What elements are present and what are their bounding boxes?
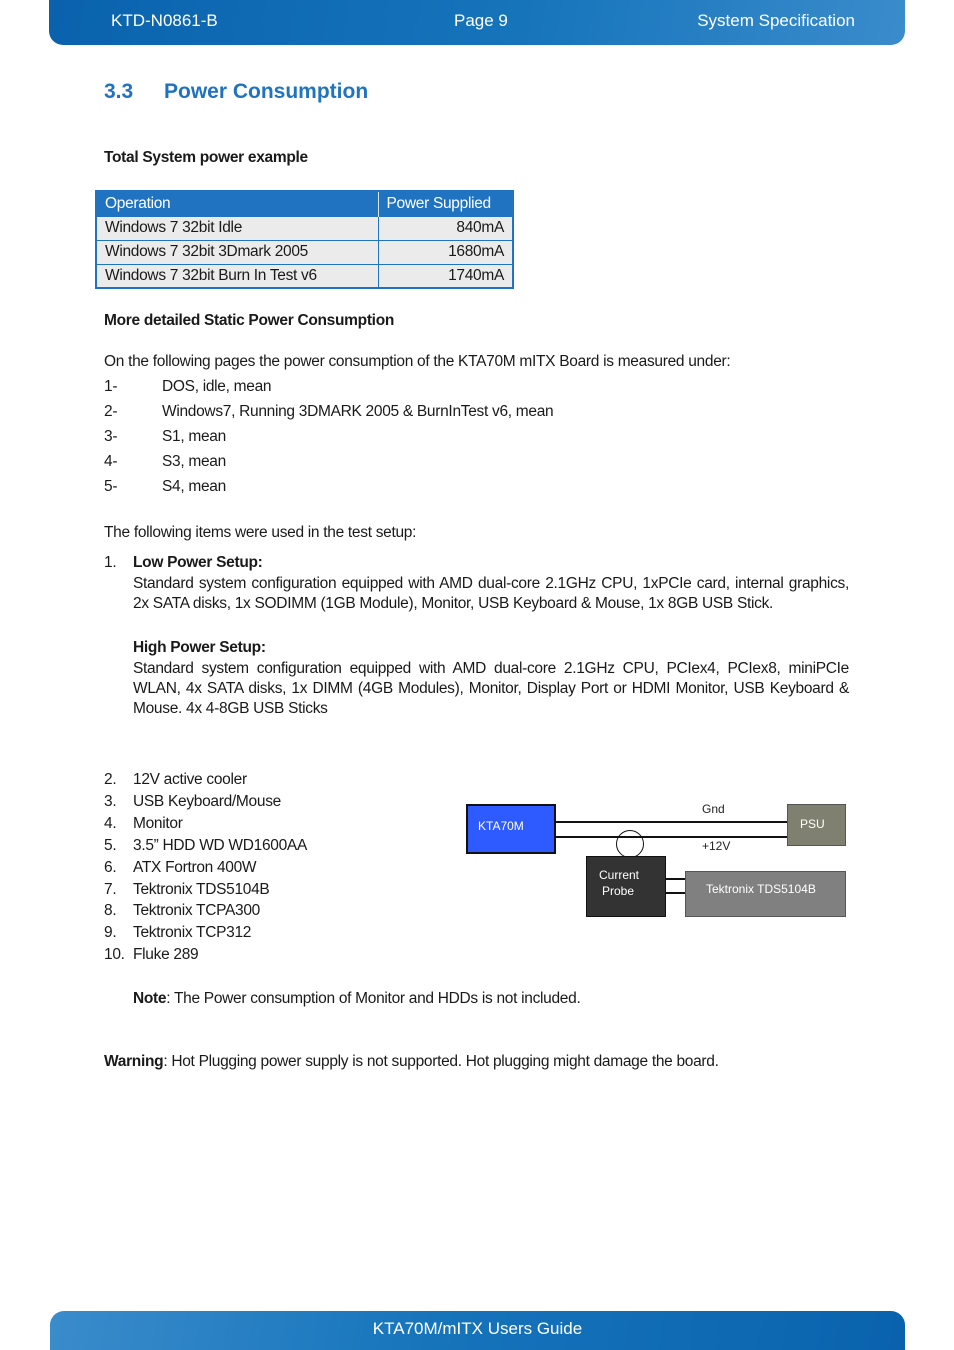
condition-item: 5- S4, mean bbox=[104, 478, 226, 495]
equipment-item: 7. Tektronix TDS5104B bbox=[104, 880, 270, 898]
setup-item-1: 1. Low Power Setup: Standard system conf… bbox=[104, 554, 849, 717]
col-power: Power Supplied bbox=[377, 191, 513, 216]
condition-item: 3- S1, mean bbox=[104, 428, 226, 445]
equipment-item: 6. ATX Fortron 400W bbox=[104, 858, 257, 876]
col-operation: Operation bbox=[96, 191, 378, 216]
condition-item: 2- Windows7, Running 3DMARK 2005 & BurnIn… bbox=[104, 403, 554, 420]
cell-power: 1680mA bbox=[377, 239, 514, 265]
setup-intro: The following items were used in the tes… bbox=[104, 524, 417, 541]
equipment-item: 5. 3.5” HDD WD WD1600AA bbox=[104, 836, 308, 854]
gnd-label: Gnd bbox=[702, 802, 725, 816]
equipment-item: 9. Tektronix TCP312 bbox=[104, 924, 252, 942]
page-footer: KTA70M/mITX Users Guide bbox=[50, 1311, 905, 1350]
psu-box: PSU bbox=[787, 804, 846, 846]
cell-power: 840mA bbox=[377, 215, 514, 241]
total-power-heading: Total System power example bbox=[104, 149, 308, 166]
section-number: 3.3 bbox=[104, 80, 134, 103]
equipment-item: 3. USB Keyboard/Mouse bbox=[104, 792, 281, 810]
table-row: Windows 7 32bit Idle 840mA bbox=[95, 215, 514, 241]
doc-id: KTD-N0861-B bbox=[111, 11, 218, 30]
static-intro: On the following pages the power consump… bbox=[104, 353, 731, 370]
table-header-row: Operation Power Supplied bbox=[96, 191, 513, 216]
table-row: Windows 7 32bit Burn In Test v6 1740mA bbox=[95, 263, 514, 289]
cell-operation: Windows 7 32bit Idle bbox=[95, 215, 379, 241]
v12-label: +12V bbox=[702, 839, 731, 853]
page-header: KTD-N0861-B Page 9 System Specification bbox=[49, 0, 905, 45]
gnd-wire bbox=[556, 821, 787, 823]
condition-item: 1- DOS, idle, mean bbox=[104, 378, 272, 395]
probe-cable bbox=[666, 878, 686, 880]
v12-wire bbox=[556, 836, 787, 838]
equipment-item: 4. Monitor bbox=[104, 814, 183, 832]
scope-box: Tektronix TDS5104B bbox=[685, 871, 846, 917]
test-setup-diagram: KTA70M PSU Gnd +12V Current Probe Tektron… bbox=[460, 795, 855, 925]
cell-operation: Windows 7 32bit Burn In Test v6 bbox=[95, 263, 379, 289]
power-table: Operation Power Supplied Windows 7 32bit… bbox=[95, 190, 514, 289]
probe-box: Current Probe bbox=[586, 856, 666, 917]
header-section: System Specification bbox=[697, 11, 855, 30]
section-name: Power Consumption bbox=[164, 80, 369, 103]
note: Note: The Power consumption of Monitor a… bbox=[133, 990, 581, 1007]
page-number: Page 9 bbox=[454, 11, 508, 30]
cell-operation: Windows 7 32bit 3Dmark 2005 bbox=[95, 239, 379, 265]
equipment-item: 8. Tektronix TCPA300 bbox=[104, 902, 260, 920]
low-power-title: Low Power Setup: bbox=[133, 554, 263, 571]
warning: Warning: Hot Plugging power supply is no… bbox=[104, 1053, 719, 1070]
current-probe-loop-icon bbox=[616, 830, 644, 858]
probe-cable bbox=[666, 892, 686, 894]
low-power-text: Standard system configuration equipped w… bbox=[133, 575, 849, 612]
board-box: KTA70M bbox=[466, 804, 556, 854]
condition-item: 4- S3, mean bbox=[104, 453, 226, 470]
high-power-title: High Power Setup: bbox=[133, 639, 266, 656]
equipment-item: 10. Fluke 289 bbox=[104, 946, 199, 964]
high-power-text: Standard system configuration equipped w… bbox=[133, 660, 849, 717]
table-row: Windows 7 32bit 3Dmark 2005 1680mA bbox=[95, 239, 514, 265]
cell-power: 1740mA bbox=[377, 263, 514, 289]
section-title: 3.3 Power Consumption bbox=[104, 80, 368, 104]
equipment-item: 2. 12V active cooler bbox=[104, 771, 247, 788]
static-heading: More detailed Static Power Consumption bbox=[104, 312, 395, 329]
